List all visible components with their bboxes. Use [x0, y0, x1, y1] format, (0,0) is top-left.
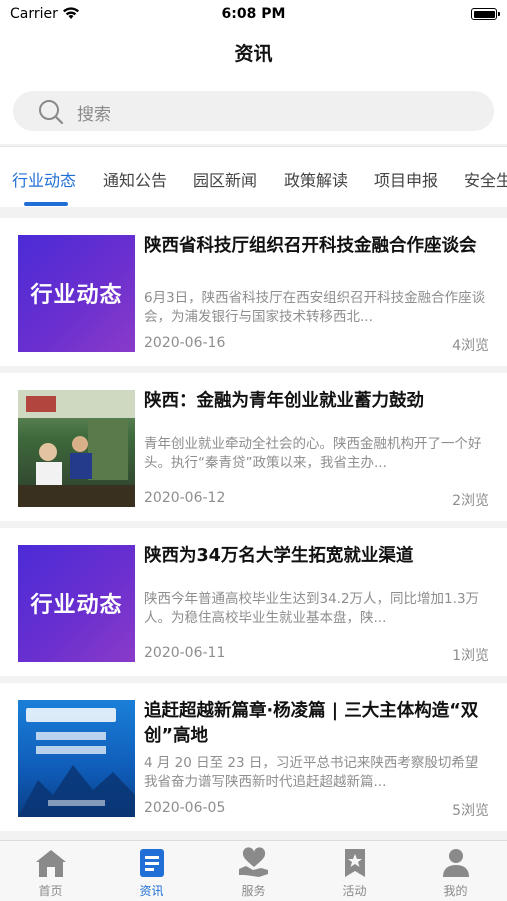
article-summary: 4 月 20 日至 23 日，习近平总书记来陕西考察殷切希望我省奋力谱写陕西新时…	[144, 755, 479, 790]
status-time: 6:08 PM	[221, 6, 286, 22]
article-date: 2020-06-12	[144, 490, 226, 506]
tabbar-label: 资讯	[139, 884, 164, 898]
service-icon	[239, 847, 268, 877]
home-icon	[36, 850, 66, 877]
article-card[interactable]: 行业动态 陕西省科技厅组织召开科技金融合作座谈会 6月3日，陕西省科技厅在西安组…	[0, 218, 507, 366]
category-tabs: 行业动态 通知公告 园区新闻 政策解读 项目申报 安全生产	[0, 146, 507, 207]
article-card[interactable]: 行业动态 陕西为34万名大学生拓宽就业渠道 陕西今年普通高校毕业生达到34.2万…	[0, 528, 507, 676]
article-thumbnail: 行业动态	[18, 545, 135, 662]
status-bar: Carrier 6:08 PM	[0, 0, 507, 28]
search-icon	[39, 100, 64, 125]
search-area: 搜索	[0, 76, 507, 144]
tabbar-label: 活动	[342, 884, 367, 898]
tabbar-news[interactable]: 资讯	[101, 841, 202, 901]
search-placeholder: 搜索	[77, 105, 111, 125]
article-summary: 陕西今年普通高校毕业生达到34.2万人，同比增加1.3万人。为稳住高校毕业生就业…	[144, 591, 480, 626]
tab-policy[interactable]: 政策解读	[284, 167, 348, 191]
tab-indicator	[24, 202, 68, 206]
tab-projects[interactable]: 项目申报	[374, 167, 438, 191]
tabbar-home[interactable]: 首页	[0, 841, 101, 901]
article-title: 陕西：金融为青年创业就业蓄力鼓劲	[144, 391, 424, 411]
search-input[interactable]: 搜索	[13, 91, 494, 131]
article-date: 2020-06-16	[144, 335, 226, 351]
article-views: 4浏览	[452, 338, 489, 354]
activity-icon	[345, 849, 365, 877]
thumbnail-label: 行业动态	[30, 593, 123, 618]
news-icon	[140, 849, 164, 877]
photo-image	[18, 390, 135, 507]
tabbar-service[interactable]: 服务	[203, 841, 304, 901]
article-thumbnail: 行业动态	[18, 235, 135, 352]
article-summary: 6月3日，陕西省科技厅在西安组织召开科技金融合作座谈会，为浦发银行与国家技术转移…	[144, 290, 486, 325]
bottom-tab-bar: 首页 资讯 服务 活动 我的	[0, 840, 507, 901]
tab-industry-news[interactable]: 行业动态	[12, 167, 76, 191]
tab-park-news[interactable]: 园区新闻	[193, 167, 257, 191]
tabbar-label: 我的	[443, 884, 468, 898]
poster-image	[18, 708, 135, 817]
tabbar-activity[interactable]: 活动	[304, 841, 405, 901]
tab-safety[interactable]: 安全生产	[464, 167, 507, 191]
tabbar-label: 服务	[241, 884, 266, 898]
article-date: 2020-06-11	[144, 645, 226, 661]
article-thumbnail	[18, 700, 135, 817]
article-title: 追赶超越新篇章·杨凌篇 | 三大主体构造“双创”高地	[144, 701, 479, 746]
article-card[interactable]: 追赶超越新篇章·杨凌篇 | 三大主体构造“双创”高地 4 月 20 日至 23 …	[0, 683, 507, 831]
battery-icon	[471, 8, 500, 20]
article-views: 5浏览	[452, 803, 489, 819]
page-title: 资讯	[234, 43, 273, 65]
tabbar-profile[interactable]: 我的	[405, 841, 506, 901]
tab-notices[interactable]: 通知公告	[103, 167, 167, 191]
tabbar-label: 首页	[38, 884, 63, 898]
profile-icon	[443, 849, 469, 877]
thumbnail-label: 行业动态	[30, 283, 123, 308]
article-thumbnail	[18, 390, 135, 507]
article-title: 陕西为34万名大学生拓宽就业渠道	[144, 546, 414, 566]
article-summary: 青年创业就业牵动全社会的心。陕西金融机构开了一个好头。执行“秦青贷”政策以来，我…	[144, 436, 482, 471]
article-date: 2020-06-05	[144, 800, 226, 816]
article-views: 1浏览	[452, 648, 489, 664]
article-views: 2浏览	[452, 493, 489, 509]
article-card[interactable]: 陕西：金融为青年创业就业蓄力鼓劲 青年创业就业牵动全社会的心。陕西金融机构开了一…	[0, 373, 507, 521]
nav-bar: 资讯	[0, 28, 507, 76]
article-title: 陕西省科技厅组织召开科技金融合作座谈会	[144, 236, 477, 256]
